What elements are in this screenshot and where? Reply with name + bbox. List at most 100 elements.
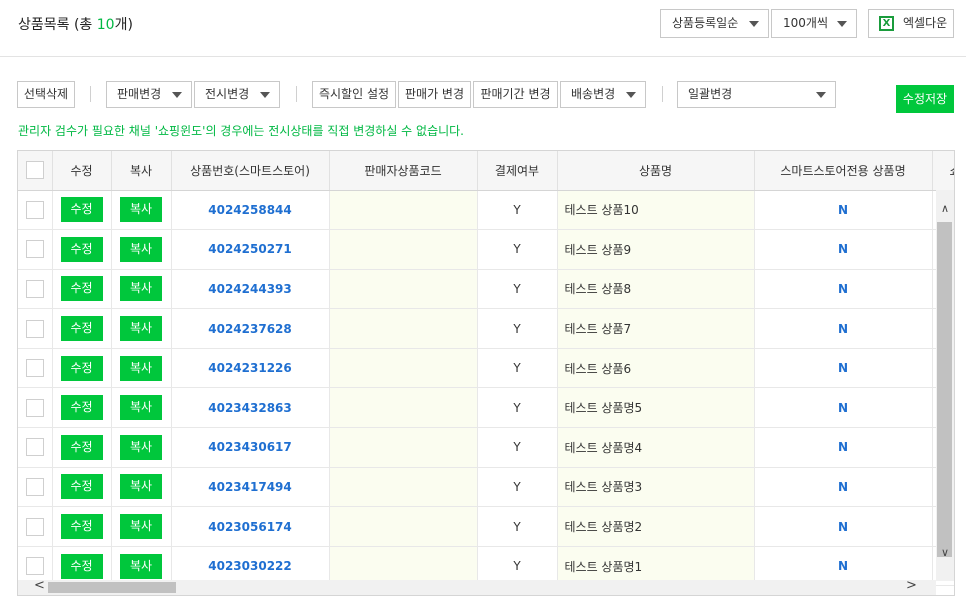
product-id-link[interactable]: 4023417494: [208, 480, 292, 494]
table-row: 수정 복사 4023432863 Y 테스트 상품명5 N: [18, 387, 954, 429]
row-checkbox[interactable]: [25, 517, 44, 536]
row-checkbox[interactable]: [25, 319, 44, 338]
sale-change-label: 판매변경: [117, 87, 162, 101]
row-checkbox[interactable]: [25, 398, 44, 417]
page-size-select[interactable]: 100개씩: [771, 9, 857, 38]
delete-selected-label: 선택삭제: [23, 87, 69, 101]
toolbar-divider: [662, 86, 663, 102]
bulk-change-label: 일괄변경: [688, 87, 733, 101]
copy-button[interactable]: 복사: [120, 514, 162, 540]
product-id-link[interactable]: 4024244393: [208, 282, 292, 296]
excel-download-button[interactable]: X 엑셀다운: [868, 9, 954, 38]
vertical-scroll-thumb[interactable]: [937, 222, 952, 557]
table-row: 수정 복사 4023417494 Y 테스트 상품명3 N: [18, 467, 954, 508]
product-id-link[interactable]: 4024237628: [208, 322, 292, 336]
row-checkbox[interactable]: [25, 200, 44, 219]
store-only-value: N: [837, 479, 849, 494]
scroll-up-icon[interactable]: ∧: [936, 202, 954, 215]
product-id-link[interactable]: 4024231226: [208, 361, 292, 375]
product-grid: 수정 복사 상품번호(스마트스토어) 판매자상품코드 결제여부 상품명 스마트스…: [18, 151, 954, 587]
sort-select[interactable]: 상품등록일순: [660, 9, 769, 38]
payment-cell: Y: [477, 190, 558, 231]
price-change-button[interactable]: 판매가 변경: [398, 81, 471, 108]
product-id-link[interactable]: 4023030222: [208, 559, 292, 573]
seller-code-cell: [329, 387, 478, 429]
copy-button[interactable]: 복사: [120, 395, 162, 421]
copy-button[interactable]: 복사: [120, 236, 162, 262]
copy-button[interactable]: 복사: [120, 553, 162, 579]
scroll-down-icon[interactable]: ∨: [936, 546, 954, 559]
seller-code-cell: [329, 348, 478, 389]
table-row: 수정 복사 4024231226 Y 테스트 상품6 N: [18, 348, 954, 389]
table-row: 수정 복사 4024244393 Y 테스트 상품8 N: [18, 269, 954, 310]
copy-button[interactable]: 복사: [120, 316, 162, 342]
copy-cell: 복사: [111, 387, 172, 429]
copy-cell: 복사: [111, 190, 172, 231]
price-change-label: 판매가 변경: [404, 87, 464, 101]
edit-button[interactable]: 수정: [60, 236, 103, 262]
edit-button[interactable]: 수정: [60, 474, 103, 500]
edit-button[interactable]: 수정: [60, 197, 103, 223]
payment-cell: Y: [477, 387, 558, 429]
table-header-row: 수정 복사 상품번호(스마트스토어) 판매자상품코드 결제여부 상품명 스마트스…: [18, 151, 954, 191]
edit-button[interactable]: 수정: [60, 395, 103, 421]
column-header: 수정: [52, 151, 112, 191]
edit-button[interactable]: 수정: [60, 553, 103, 579]
scroll-left-icon[interactable]: <: [34, 578, 45, 593]
edit-button[interactable]: 수정: [60, 316, 103, 342]
payment-cell: Y: [477, 506, 558, 547]
row-checkbox[interactable]: [25, 477, 44, 496]
row-checkbox[interactable]: [25, 240, 44, 259]
period-change-button[interactable]: 판매기간 변경: [473, 81, 558, 108]
row-select-cell: [18, 467, 53, 508]
copy-button[interactable]: 복사: [120, 276, 162, 302]
product-id-link[interactable]: 4024250271: [208, 242, 292, 256]
edit-cell: 수정: [52, 308, 112, 349]
product-id-link[interactable]: 4023430617: [208, 440, 292, 454]
product-count: 10: [96, 17, 115, 33]
select-all-checkbox[interactable]: [25, 161, 44, 180]
horizontal-scroll-thumb[interactable]: [48, 582, 176, 593]
row-checkbox[interactable]: [25, 279, 44, 298]
copy-button[interactable]: 복사: [120, 355, 162, 381]
edit-cell: 수정: [52, 269, 112, 310]
copy-button[interactable]: 복사: [120, 474, 162, 500]
copy-cell: 복사: [111, 467, 172, 508]
product-id-link[interactable]: 4024258844: [208, 203, 292, 217]
copy-button[interactable]: 복사: [120, 434, 162, 460]
bulk-change-dropdown[interactable]: 일괄변경: [677, 81, 836, 108]
title-suffix: 개): [114, 17, 133, 33]
row-checkbox[interactable]: [25, 438, 44, 457]
save-changes-button[interactable]: 수정저장: [896, 85, 954, 113]
product-id-link[interactable]: 4023432863: [208, 401, 292, 415]
copy-button[interactable]: 복사: [120, 197, 162, 223]
product-name-cell: 테스트 상품9: [557, 229, 755, 270]
scroll-right-icon[interactable]: >: [906, 578, 917, 593]
instant-discount-button[interactable]: 즉시할인 설정: [312, 81, 396, 108]
edit-button[interactable]: 수정: [60, 514, 103, 540]
product-id-cell: 4024244393: [171, 269, 330, 310]
store-only-value: N: [837, 281, 849, 296]
vertical-scrollbar[interactable]: ∧ ∨: [936, 190, 954, 581]
product-id-cell: 4024237628: [171, 308, 330, 349]
edit-cell: 수정: [52, 348, 112, 389]
product-id-link[interactable]: 4023056174: [208, 520, 292, 534]
row-select-cell: [18, 229, 53, 270]
edit-button[interactable]: 수정: [60, 276, 103, 302]
display-change-dropdown[interactable]: 전시변경: [194, 81, 280, 108]
row-checkbox[interactable]: [25, 359, 44, 378]
column-header: 스마트스토어전용 상품명: [754, 151, 933, 191]
edit-button[interactable]: 수정: [60, 434, 103, 460]
store-only-value: N: [837, 519, 849, 534]
horizontal-scrollbar[interactable]: < >: [18, 578, 936, 595]
delivery-change-dropdown[interactable]: 배송변경: [560, 81, 646, 108]
delete-selected-button[interactable]: 선택삭제: [17, 81, 75, 108]
row-checkbox[interactable]: [25, 557, 44, 576]
excel-icon: X: [879, 16, 894, 31]
edit-cell: 수정: [52, 190, 112, 231]
copy-cell: 복사: [111, 427, 172, 468]
row-select-cell: [18, 506, 53, 547]
product-id-cell: 4023056174: [171, 506, 330, 547]
sale-change-dropdown[interactable]: 판매변경: [106, 81, 192, 108]
edit-button[interactable]: 수정: [60, 355, 103, 381]
